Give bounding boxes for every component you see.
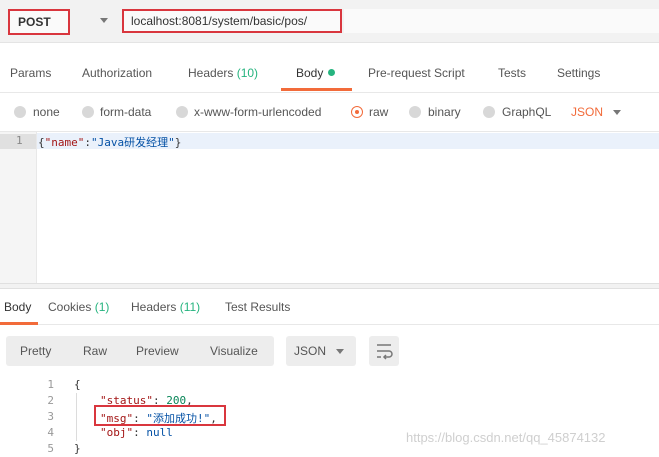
tab-headers-count: (10) [236,66,259,80]
radio-raw[interactable] [351,106,363,118]
tab-body-label: Body [296,66,324,80]
view-raw-button[interactable]: Raw [83,344,107,358]
response-active-tab-indicator [0,322,38,325]
radio-binary-label[interactable]: binary [428,105,461,119]
chevron-down-icon [336,349,344,354]
response-line-number: 3 [47,410,54,423]
watermark: https://blog.csdn.net/qq_45874132 [406,430,606,445]
view-visualize-button[interactable]: Visualize [210,344,258,358]
code-line[interactable]: {"name":"Java研发经理"} [38,134,181,150]
response-line-number: 5 [47,442,54,455]
response-open-brace: { [74,378,81,391]
radio-none[interactable] [14,106,26,118]
chevron-down-icon[interactable] [613,110,621,115]
view-pretty-button[interactable]: Pretty [20,344,51,358]
response-tab-headers[interactable]: Headers (11) [131,300,200,314]
method-select[interactable]: POST [8,9,70,35]
code-value: "Java研发经理" [91,136,175,149]
line-number: 1 [16,134,23,147]
tab-params[interactable]: Params [10,66,51,80]
body-type-selector: none form-data x-www-form-urlencoded raw… [0,100,659,126]
radio-urlencoded[interactable] [176,106,188,118]
radio-urlencoded-label[interactable]: x-www-form-urlencoded [194,105,321,119]
radio-form-data[interactable] [82,106,94,118]
indent-guide [76,393,77,441]
response-tab-headers-count: (11) [179,300,201,314]
response-format-label: JSON [294,344,327,358]
radio-raw-label[interactable]: raw [369,105,388,119]
radio-graphql-label[interactable]: GraphQL [502,105,551,119]
active-tab-indicator [281,88,352,91]
view-preview-button[interactable]: Preview [136,344,179,358]
tab-headers-label: Headers [188,66,234,80]
request-url-bar: POST localhost:8081/system/basic/pos/ [0,0,659,43]
request-body-editor[interactable]: 1 {"name":"Java研发经理"} [0,131,659,284]
wrap-lines-icon [377,344,393,360]
tab-headers[interactable]: Headers (10) [188,66,258,80]
response-tab-cookies-count: (1) [94,300,110,314]
response-close-brace: } [74,442,81,455]
code-colon: : [84,136,91,149]
response-line-number: 1 [47,378,54,391]
obj-key: "obj" [100,426,134,439]
tab-body[interactable]: Body [296,66,336,80]
msg-highlight-box [94,405,226,426]
view-mode-segmented: Pretty Raw Preview Visualize [6,336,274,366]
response-tab-headers-label: Headers [131,300,177,314]
response-line-number: 2 [47,394,54,407]
code-open-brace: { [38,136,45,149]
code-key: "name" [44,136,85,149]
tab-tests[interactable]: Tests [498,66,526,80]
response-line-number: 4 [47,426,54,439]
tab-prerequest-script[interactable]: Pre-request Script [368,66,465,80]
response-tab-cookies-label: Cookies [48,300,92,314]
status-dot-icon [328,69,336,76]
response-obj-line: "obj": null [100,426,173,439]
response-tab-body[interactable]: Body [4,300,31,314]
response-tabs: Body Cookies (1) Headers (11) Test Resul… [0,288,659,325]
body-format-select[interactable]: JSON [571,105,603,119]
wrap-lines-button[interactable] [369,336,399,366]
response-toolbar: Pretty Raw Preview Visualize JSON [0,330,659,374]
url-input-extension[interactable] [344,9,659,33]
method-label: POST [18,15,51,29]
tab-authorization[interactable]: Authorization [82,66,152,80]
radio-graphql[interactable] [483,106,495,118]
response-tab-test-results[interactable]: Test Results [225,300,290,314]
url-input[interactable]: localhost:8081/system/basic/pos/ [122,9,342,33]
response-format-select[interactable]: JSON [286,336,356,366]
chevron-down-icon[interactable] [100,18,108,23]
code-close-brace: } [174,136,182,149]
response-tab-cookies[interactable]: Cookies (1) [48,300,109,314]
obj-value: null [146,426,173,439]
line-gutter: 1 [0,132,37,284]
radio-binary[interactable] [409,106,421,118]
radio-none-label[interactable]: none [33,105,60,119]
url-value: localhost:8081/system/basic/pos/ [131,14,308,28]
radio-form-data-label[interactable]: form-data [100,105,151,119]
tab-settings[interactable]: Settings [557,66,600,80]
